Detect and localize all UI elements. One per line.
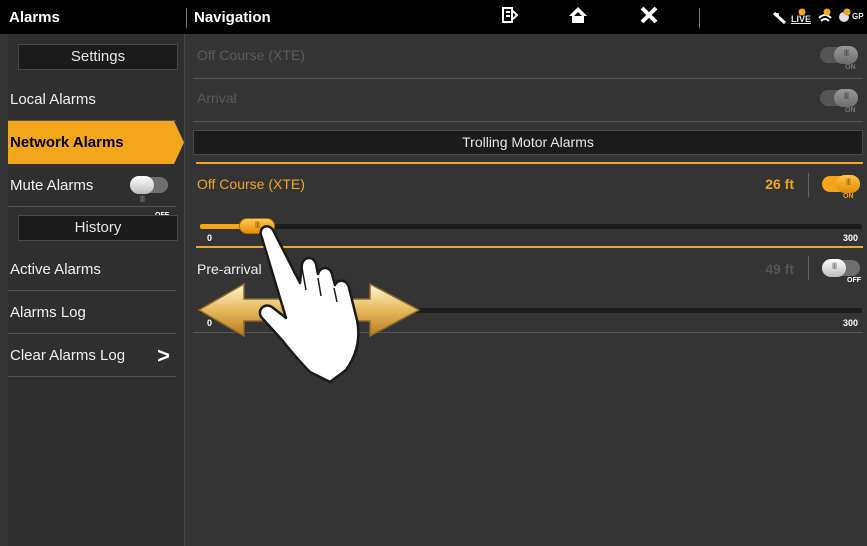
screen: Alarms Navigation LIVE GP Settings Local… [0, 0, 867, 546]
gesture-overlay [197, 225, 421, 384]
